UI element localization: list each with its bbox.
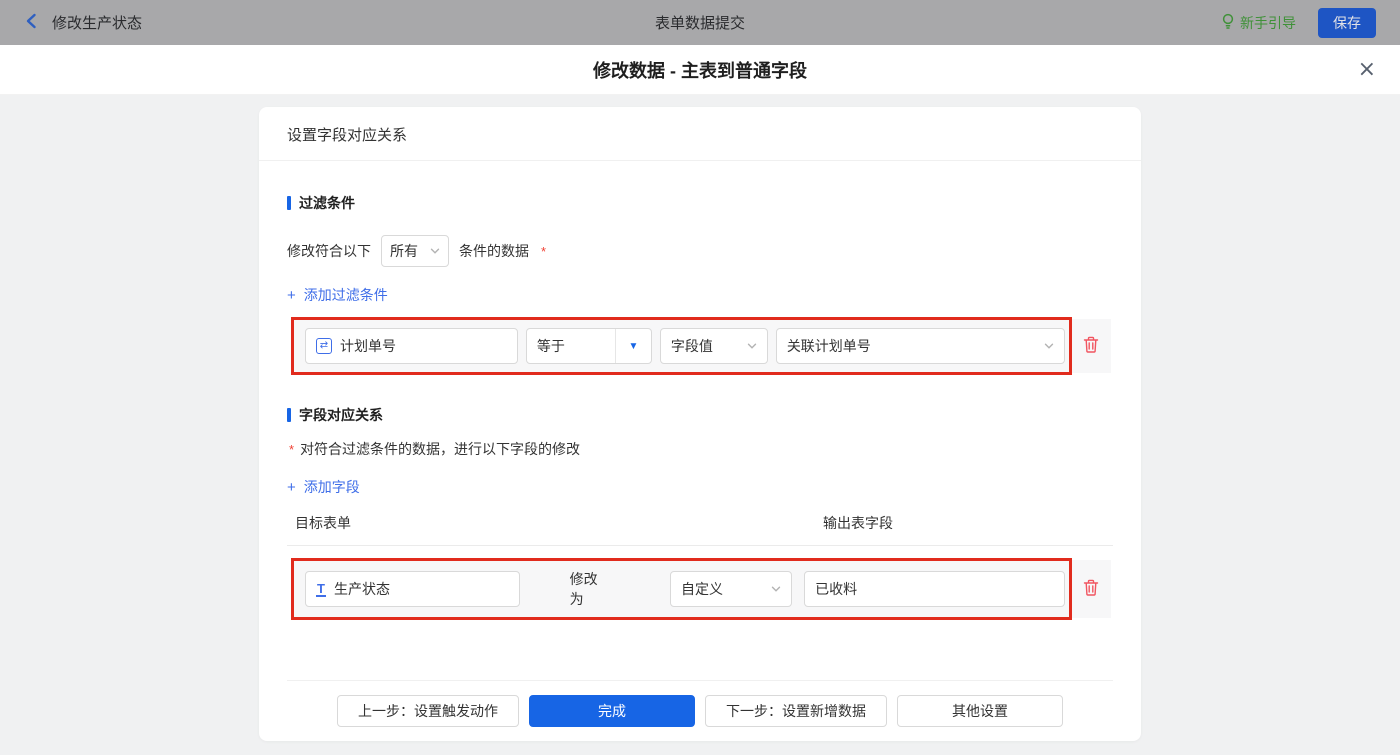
mapping-field-value: 生产状态 [333, 581, 390, 597]
match-scope-select[interactable]: 所有 [381, 235, 449, 267]
mapping-section-title: 字段对应关系 [287, 405, 1113, 425]
settings-card: 设置字段对应关系 过滤条件 修改符合以下 所有 条件的数据 * + 添加过滤条件… [259, 107, 1141, 741]
mapping-hint: 对符合过滤条件的数据，进行以下字段的修改 [300, 441, 581, 457]
caret-down-icon: ▼ [614, 329, 651, 363]
value-mode-value: 自定义 [681, 581, 724, 597]
match-condition-line: 修改符合以下 所有 条件的数据 * [287, 235, 1113, 267]
done-button[interactable]: 完成 [529, 695, 695, 727]
card-footer: 上一步：设置触发动作 完成 下一步：设置新增数据 其他设置 [287, 680, 1113, 741]
other-settings-button[interactable]: 其他设置 [897, 695, 1063, 727]
back-label: 修改生产状态 [52, 15, 143, 32]
operator-value: 等于 [536, 338, 565, 354]
text-field-icon: T [316, 580, 326, 597]
compare-value-select[interactable]: 关联计划单号 [775, 328, 1066, 364]
filter-section-title: 过滤条件 [287, 193, 1113, 213]
match-prefix: 修改符合以下 [287, 243, 371, 259]
page-title: 表单数据提交 [654, 15, 746, 32]
section-bar [287, 196, 291, 210]
filter-field-value: 计划单号 [340, 338, 396, 354]
mapping-hint-line: * 对符合过滤条件的数据，进行以下字段的修改 [287, 439, 1113, 459]
value-type-value: 字段值 [670, 338, 713, 354]
value-type-select[interactable]: 字段值 [659, 328, 768, 364]
autonumber-icon: ⇄ [316, 338, 332, 354]
dialog-title: 修改数据 - 主表到普通字段 [593, 60, 807, 81]
value-mode-select[interactable]: 自定义 [670, 571, 793, 607]
delete-field-button[interactable] [1083, 579, 1099, 599]
chevron-down-icon [747, 338, 757, 354]
guide-label: 新手引导 [1240, 14, 1296, 31]
match-scope-value: 所有 [390, 243, 418, 259]
delete-filter-button[interactable] [1083, 336, 1099, 356]
save-button[interactable]: 保存 [1318, 7, 1376, 38]
add-filter-label: 添加过滤条件 [303, 287, 388, 303]
prev-step-button[interactable]: 上一步：设置触发动作 [337, 695, 519, 727]
dialog-body: 设置字段对应关系 过滤条件 修改符合以下 所有 条件的数据 * + 添加过滤条件… [0, 95, 1400, 741]
trash-icon [1083, 579, 1099, 599]
plus-icon: + [287, 478, 296, 496]
add-field-label: 添加字段 [303, 479, 360, 495]
output-field-header: 输出表字段 [823, 515, 893, 531]
dialog-header: 修改数据 - 主表到普通字段 × [0, 45, 1400, 95]
mapping-field-select[interactable]: T 生产状态 [305, 571, 520, 607]
required-asterisk: * [289, 441, 295, 457]
chevron-down-icon [430, 243, 440, 259]
match-suffix: 条件的数据 [459, 243, 529, 259]
modify-to-label: 修改为 [569, 571, 598, 607]
plus-icon: + [287, 286, 296, 304]
trash-icon [1083, 336, 1099, 356]
top-bar: 修改生产状态 表单数据提交 新手引导 保存 [0, 0, 1400, 45]
mapping-column-headers: 目标表单 输出表字段 [287, 513, 1113, 546]
lightbulb-icon [1221, 13, 1235, 32]
compare-value: 关联计划单号 [786, 338, 871, 354]
section-bar [287, 408, 291, 422]
filter-condition-row: ⇄ 计划单号 等于 ▼ 字段值 关联计划单号 [291, 317, 1111, 375]
next-step-button[interactable]: 下一步：设置新增数据 [705, 695, 887, 727]
filter-field-select[interactable]: ⇄ 计划单号 [305, 328, 518, 364]
field-mapping-row: T 生产状态 修改为 自定义 [291, 558, 1111, 620]
add-field-button[interactable]: + 添加字段 [287, 477, 360, 497]
chevron-down-icon [771, 581, 781, 597]
guide-button[interactable]: 新手引导 [1221, 13, 1296, 33]
back-chevron-icon [24, 13, 38, 32]
chevron-down-icon [1044, 338, 1054, 354]
card-header: 设置字段对应关系 [259, 107, 1141, 161]
operator-select[interactable]: 等于 ▼ [525, 328, 652, 364]
target-form-header: 目标表单 [295, 515, 351, 531]
close-icon[interactable]: × [1358, 58, 1376, 81]
back-button[interactable]: 修改生产状态 [24, 12, 142, 33]
mapping-section-label: 字段对应关系 [299, 407, 383, 423]
required-asterisk: * [541, 243, 547, 259]
filter-section-label: 过滤条件 [299, 195, 355, 211]
custom-value-input[interactable] [804, 571, 1065, 607]
add-filter-button[interactable]: + 添加过滤条件 [287, 285, 388, 305]
